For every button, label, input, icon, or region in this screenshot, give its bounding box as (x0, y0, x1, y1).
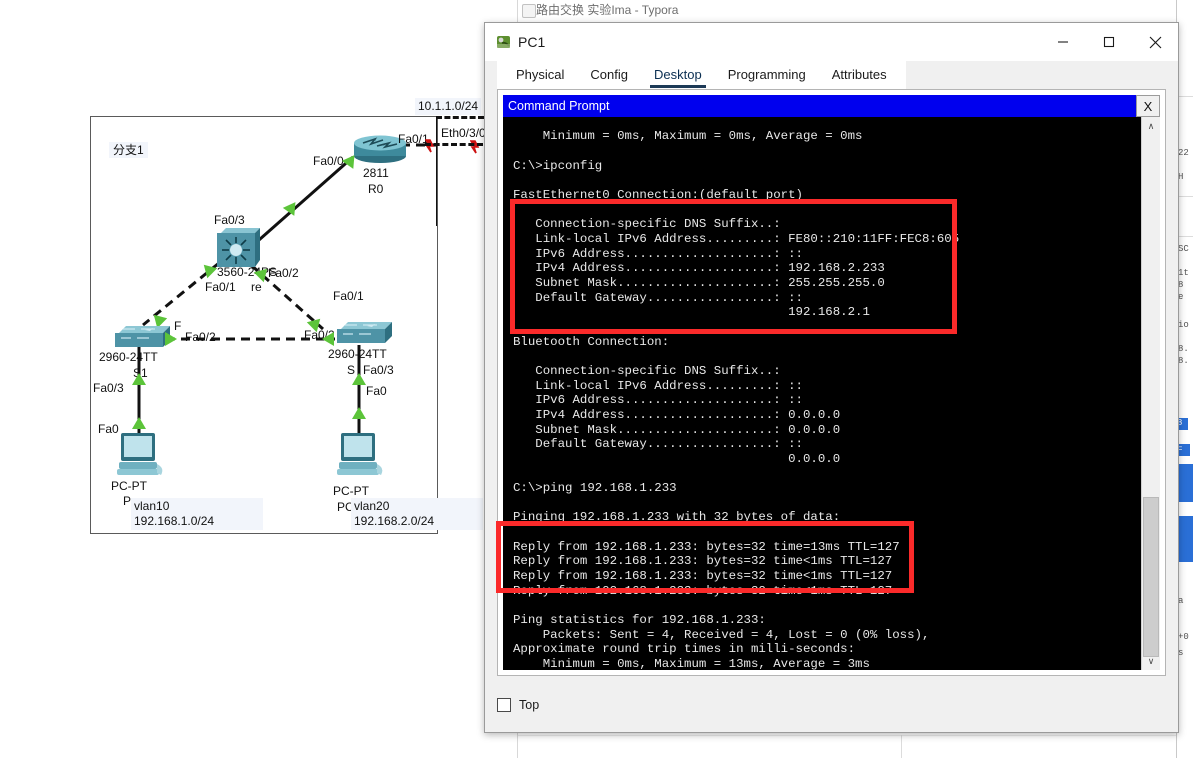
scroll-up-arrow-icon[interactable]: ∧ (1142, 117, 1160, 135)
right-strip-selected-block (1177, 464, 1193, 502)
msw-port-fa01-label: Fa0/1 (205, 280, 236, 294)
pc-right-model-label: PC-PT (333, 484, 369, 498)
top-checkbox-label: Top (519, 698, 540, 712)
pc-left-model-label: PC-PT (111, 479, 147, 493)
switch-left-port-down-label: Fa0/3 (93, 381, 124, 395)
terminal-scrollbar[interactable]: ∧ ∨ (1141, 117, 1160, 670)
top-checkbox[interactable] (497, 698, 511, 712)
right-strip-rule (1177, 96, 1193, 97)
tab-physical[interactable]: Physical (506, 63, 574, 88)
router-port-fa00-label: Fa0/0 (313, 154, 344, 168)
pc-left-vlan-label: vlan10 (134, 499, 170, 513)
pc1-tabstrip: Physical Config Desktop Programming Attr… (485, 61, 1178, 89)
network-topology-canvas[interactable]: 分支1 2811 R0 Fa0/0 Fa0/1 3560-24PS re Fa0… (90, 116, 483, 534)
wan-link-dashed-2 (425, 143, 483, 146)
pc-left-subnet-label: 192.168.1.0/24 (134, 514, 215, 528)
pc1-device-window[interactable]: PC1 Physical Config Desktop Programming … (484, 22, 1179, 733)
router-model-label: 2811 (363, 166, 389, 180)
pc-right-subnet-label: 192.168.2.0/24 (354, 514, 435, 528)
pc-left-port-label: Fa0 (98, 422, 119, 436)
command-prompt-terminal[interactable]: Minimum = 0ms, Maximum = 0ms, Average = … (503, 117, 1160, 670)
msw-port-fa02-label: Fa0/2 (268, 266, 299, 280)
scrollbar-thumb[interactable] (1143, 497, 1159, 657)
maximize-button[interactable] (1086, 23, 1132, 61)
typora-bottom-rule (518, 735, 1193, 736)
right-strip-rule (1177, 236, 1193, 237)
packet-tracer-icon (496, 34, 512, 50)
pc-right-port-label: Fa0 (366, 384, 387, 398)
link-status-up-triangle (352, 373, 366, 385)
multilayer-switch-name-label: re (251, 280, 262, 294)
pc-left-name-label: P (123, 494, 132, 508)
switch-left-model-label: 2960-24TT (99, 350, 158, 364)
pc1-window-title: PC1 (518, 34, 546, 50)
right-strip-text: 8. (1178, 344, 1189, 354)
tab-programming[interactable]: Programming (718, 63, 816, 88)
pc1-content-panel: Command Prompt X Minimum = 0ms, Maximum … (497, 89, 1166, 676)
link-status-up-triangle (132, 417, 146, 429)
close-button[interactable] (1132, 23, 1178, 61)
switch-right-port-down-label: Fa0/3 (363, 363, 394, 377)
command-prompt-header[interactable]: Command Prompt X (503, 95, 1160, 117)
switch-2960-right-icon[interactable] (335, 321, 392, 347)
switch-left-port-up-label: F (174, 319, 182, 333)
tab-desktop[interactable]: Desktop (644, 63, 712, 88)
switch-left-port-right-label: Fa0/2 (185, 330, 216, 344)
wan-link-dashed (436, 116, 484, 122)
switch-2960-left-icon[interactable] (113, 325, 170, 351)
pc1-tabs[interactable]: Physical Config Desktop Programming Attr… (497, 61, 906, 89)
pc1-titlebar[interactable]: PC1 (485, 23, 1178, 61)
minimize-icon (1058, 41, 1068, 43)
pc-left-vlan-box: vlan10 192.168.1.0/24 (131, 498, 263, 530)
tab-attributes[interactable]: Attributes (822, 63, 897, 88)
pc-left-icon[interactable] (115, 431, 165, 479)
close-icon (1149, 36, 1161, 48)
command-prompt-title: Command Prompt (508, 99, 610, 113)
link-status-up-triangle (165, 332, 177, 346)
right-strip-selected-block (1177, 516, 1193, 562)
pc-right-vlan-label: vlan20 (354, 499, 390, 513)
router-name-label: R0 (368, 182, 384, 196)
right-strip-text: +0 (1178, 632, 1189, 642)
terminal-output-text: Minimum = 0ms, Maximum = 0ms, Average = … (513, 129, 960, 670)
minimize-button[interactable] (1040, 23, 1086, 61)
msw-port-fa03-label: Fa0/3 (214, 213, 245, 227)
topology-area-label: 分支1 (109, 142, 148, 158)
right-strip-rule (1177, 196, 1193, 197)
right-strip-text: 8. (1178, 356, 1189, 366)
wan-link-vertical (436, 116, 437, 226)
top-checkbox-row[interactable]: Top (497, 698, 539, 712)
maximize-icon (1103, 36, 1115, 48)
pc-right-vlan-box: vlan20 192.168.2.0/24 (351, 498, 483, 530)
right-strip-text: 22 (1178, 148, 1189, 158)
typora-bottom-divider (901, 735, 902, 758)
link-status-up-triangle (132, 373, 146, 385)
router-port-eth030-label: Eth0/3/0 (441, 126, 486, 140)
pc-right-icon[interactable] (335, 431, 385, 479)
switch-right-port-up-label: Fa0/1 (333, 289, 364, 303)
right-strip-text: io (1178, 320, 1189, 330)
link-status-up-triangle (352, 407, 366, 419)
typora-titlebar[interactable]: 路由交换 实验Ima - Typora (518, 0, 1193, 20)
scroll-down-arrow-icon[interactable]: ∨ (1142, 652, 1160, 670)
right-strip-text: 1t (1178, 268, 1189, 278)
switch-right-model-label: 2960-24TT (328, 347, 387, 361)
right-strip-text: SC (1178, 244, 1189, 254)
link-status-up-triangle (322, 332, 334, 346)
tab-config[interactable]: Config (580, 63, 638, 88)
command-prompt-close-button[interactable]: X (1136, 95, 1160, 117)
wan-subnet-label: 10.1.1.0/24 (415, 98, 482, 115)
